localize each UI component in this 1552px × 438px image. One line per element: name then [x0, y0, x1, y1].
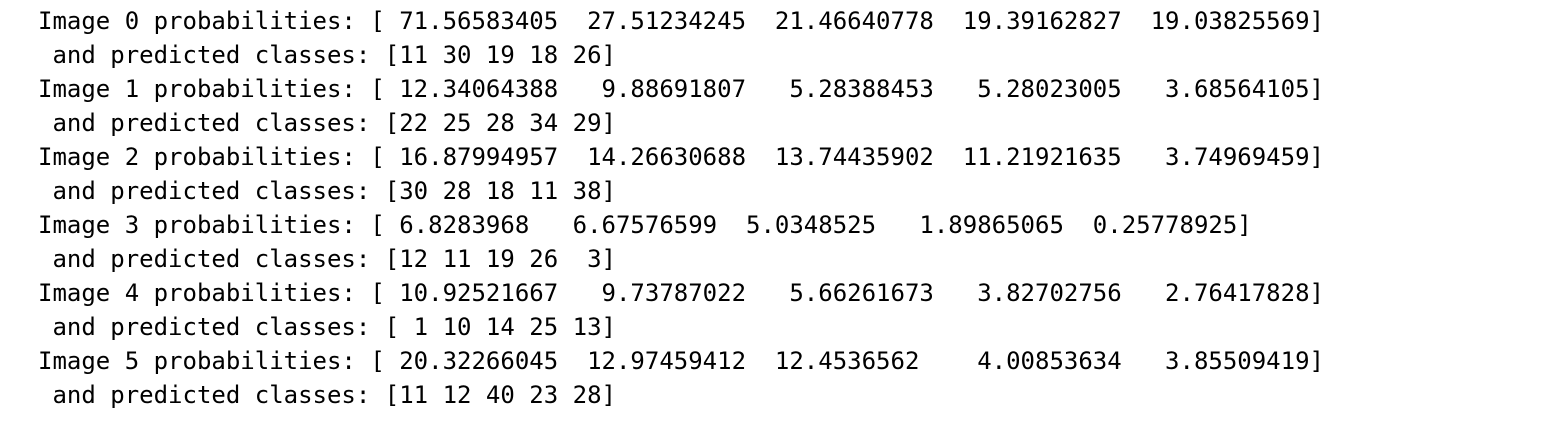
output-line-image-4-probabilities: Image 4 probabilities: [ 10.92521667 9.7… — [38, 279, 1324, 307]
output-line-image-1-classes: and predicted classes: [22 25 28 34 29] — [38, 109, 616, 137]
output-line-image-1-probabilities: Image 1 probabilities: [ 12.34064388 9.8… — [38, 75, 1324, 103]
output-line-image-5-classes: and predicted classes: [11 12 40 23 28] — [38, 381, 616, 409]
output-line-image-3-probabilities: Image 3 probabilities: [ 6.8283968 6.675… — [38, 211, 1252, 239]
output-line-image-4-classes: and predicted classes: [ 1 10 14 25 13] — [38, 313, 616, 341]
output-line-image-0-classes: and predicted classes: [11 30 19 18 26] — [38, 41, 616, 69]
output-line-image-2-probabilities: Image 2 probabilities: [ 16.87994957 14.… — [38, 143, 1324, 171]
output-line-image-3-classes: and predicted classes: [12 11 19 26 3] — [38, 245, 616, 273]
output-line-image-0-probabilities: Image 0 probabilities: [ 71.56583405 27.… — [38, 7, 1324, 35]
output-line-image-2-classes: and predicted classes: [30 28 18 11 38] — [38, 177, 616, 205]
output-line-image-5-probabilities: Image 5 probabilities: [ 20.32266045 12.… — [38, 347, 1324, 375]
console-output: Image 0 probabilities: [ 71.56583405 27.… — [38, 4, 1324, 412]
